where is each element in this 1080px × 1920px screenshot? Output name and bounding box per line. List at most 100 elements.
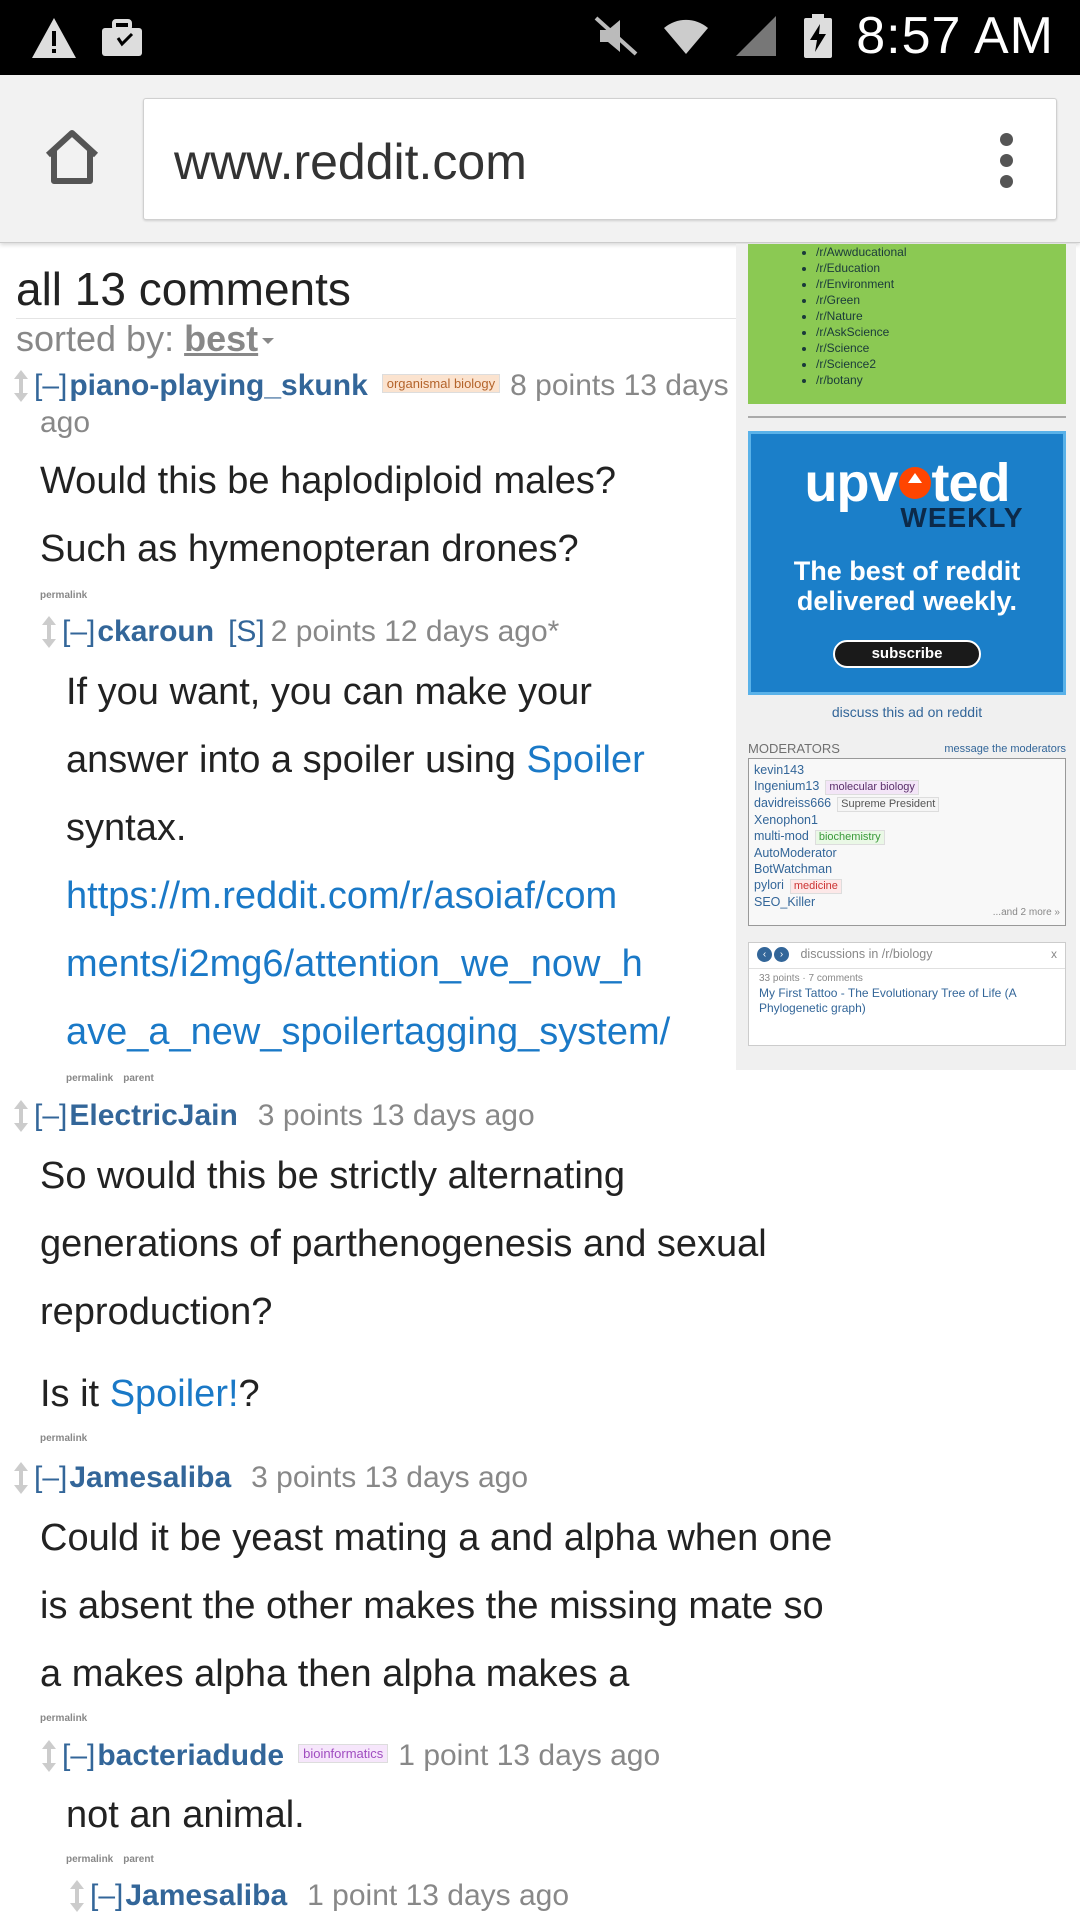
comment-header: [–]ElectricJain 3 points 13 days ago	[12, 1098, 1012, 1134]
parent-link[interactable]: parent	[123, 1073, 154, 1084]
discuss-ad-link[interactable]: discuss this ad on reddit	[748, 704, 1066, 720]
subreddit-link[interactable]: /r/Nature	[816, 308, 1066, 324]
collapse-toggle[interactable]: [–]	[34, 1461, 67, 1494]
next-arrow-icon[interactable]: ›	[774, 947, 789, 963]
comment-header: [–]piano-playing_skunk organismal biology…	[12, 368, 736, 405]
moderator-item[interactable]: Xenophon1	[754, 812, 1060, 828]
moderator-flair: Supreme President	[837, 797, 940, 812]
collapse-toggle[interactable]: [–]	[90, 1879, 123, 1912]
collapse-toggle[interactable]: [–]	[62, 1739, 95, 1772]
spoiler-link[interactable]: Spoiler!	[110, 1373, 239, 1415]
comment-body: Would this be haplodiploid males? Such a…	[40, 460, 616, 571]
moderator-item[interactable]: multi-mod biochemistry	[754, 828, 1060, 845]
comment: [–]Jamesaliba 3 points 13 days ago Could …	[12, 1460, 1012, 1726]
comment-score: 1 point	[398, 1739, 489, 1772]
comment-actions: permalink	[12, 1432, 1012, 1446]
vote-arrows-icon[interactable]	[12, 368, 30, 404]
subreddit-link[interactable]: /r/Awwducational	[816, 244, 1066, 260]
vote-arrows-icon[interactable]	[68, 1878, 86, 1914]
prev-arrow-icon[interactable]: ‹	[757, 947, 772, 963]
reddit-page: /r/Awwducational /r/Education /r/Environ…	[0, 244, 1080, 1920]
sort-value[interactable]: best	[184, 318, 258, 359]
comment: [–]ckaroun [S] 2 points 12 days ago* If yo…	[40, 614, 740, 1086]
comment-body: So would this be strictly alternating ge…	[40, 1155, 767, 1415]
url-link[interactable]: https://m.reddit.com/r/asoiaf/com	[66, 875, 617, 917]
comment-age: 13 days ago	[371, 1099, 535, 1132]
sidebar: /r/Awwducational /r/Education /r/Environ…	[736, 244, 1076, 1070]
vote-arrows-icon[interactable]	[40, 614, 58, 650]
address-bar[interactable]: www.reddit.com	[143, 98, 1057, 220]
comment-header: [–]Jamesaliba 1 point 13 days ago	[68, 1878, 968, 1914]
subreddit-link[interactable]: /r/AskScience	[816, 324, 1066, 340]
permalink-link[interactable]: permalink	[40, 1713, 87, 1724]
collapse-toggle[interactable]: [–]	[62, 615, 95, 648]
comment-author[interactable]: ElectricJain	[69, 1099, 237, 1132]
home-icon[interactable]	[40, 125, 104, 189]
chevron-down-icon[interactable]	[262, 338, 275, 345]
moderator-item[interactable]: Ingenium13 molecular biology	[754, 778, 1060, 795]
comment-author[interactable]: ckaroun	[97, 615, 214, 648]
moderator-item[interactable]: davidreiss666 Supreme President	[754, 795, 1060, 812]
moderator-item[interactable]: pylori medicine	[754, 877, 1060, 894]
comment-body: not an animal.	[66, 1794, 305, 1837]
comment-score: 1 point	[307, 1879, 398, 1912]
vote-arrows-icon[interactable]	[12, 1098, 30, 1134]
spoiler-link[interactable]: Spoiler	[526, 739, 644, 781]
message-moderators-link[interactable]: message the moderators	[944, 743, 1066, 755]
discussions-title: discussions in /r/biology	[800, 947, 933, 961]
comments-title: all 13 comments	[16, 263, 351, 315]
sidebar-divider	[748, 416, 1066, 418]
url-text[interactable]: www.reddit.com	[174, 133, 527, 191]
user-flair: bioinformatics	[298, 1744, 389, 1764]
permalink-link[interactable]: permalink	[66, 1854, 113, 1865]
mute-icon	[594, 16, 638, 56]
subreddit-link[interactable]: /r/Science2	[816, 356, 1066, 372]
discussion-link[interactable]: My First Tattoo - The Evolutionary Tree …	[749, 984, 1065, 1016]
status-bar: 8:57 AM	[0, 0, 1080, 75]
wifi-icon	[664, 19, 709, 54]
comment-author[interactable]: bacteriadude	[97, 1739, 284, 1772]
comment-age: 13 days ago	[496, 1739, 661, 1772]
moderator-item[interactable]: BotWatchman	[754, 861, 1060, 877]
subscribe-button[interactable]: subscribe	[833, 640, 981, 668]
comment-author[interactable]: Jamesaliba	[125, 1879, 287, 1912]
more-moderators-link[interactable]: ...and 2 more »	[993, 905, 1060, 921]
ad-tagline: The best of reddit delivered weekly.	[793, 556, 1021, 616]
sort-control[interactable]: sorted by: best	[16, 318, 275, 360]
collapse-toggle[interactable]: [–]	[34, 1099, 67, 1132]
subreddit-link[interactable]: /r/botany	[816, 372, 1066, 388]
comment-age-continued: ago	[40, 406, 91, 440]
subreddit-link[interactable]: /r/Green	[816, 292, 1066, 308]
vote-arrows-icon[interactable]	[12, 1460, 30, 1496]
close-icon[interactable]: x	[1051, 947, 1057, 961]
overflow-menu-icon[interactable]	[1000, 133, 1016, 188]
comment-author[interactable]: piano-playing_skunk	[69, 369, 367, 402]
comment-body: Could it be yeast mating a and alpha whe…	[40, 1517, 833, 1695]
subreddit-link[interactable]: /r/Education	[816, 260, 1066, 276]
comment-score: 8 points	[510, 369, 616, 402]
clock: 8:57 AM	[856, 7, 1054, 65]
permalink-link[interactable]: permalink	[40, 590, 87, 601]
subreddit-link[interactable]: /r/Environment	[816, 276, 1066, 292]
subreddit-link[interactable]: /r/Science	[816, 340, 1066, 356]
moderator-item[interactable]: AutoModerator	[754, 845, 1060, 861]
user-flair: organismal biology	[381, 374, 501, 394]
briefcase-icon	[102, 19, 142, 56]
collapse-toggle[interactable]: [–]	[34, 369, 67, 402]
comment-score: 3 points	[251, 1461, 357, 1494]
comment-author[interactable]: Jamesaliba	[69, 1461, 231, 1494]
comment-actions: permalink	[12, 589, 736, 603]
vote-arrows-icon[interactable]	[40, 1738, 58, 1774]
upvoted-weekly-ad[interactable]: upv ted WEEKLY The best of reddit deliver…	[748, 431, 1066, 695]
discussions-widget: ‹ › discussions in /r/biology x 33 points…	[748, 942, 1066, 1046]
moderator-item[interactable]: kevin143	[754, 762, 1060, 778]
comment-header: [–]Jamesaliba 3 points 13 days ago	[12, 1460, 1012, 1496]
permalink-link[interactable]: permalink	[40, 1433, 87, 1444]
parent-link[interactable]: parent	[123, 1854, 154, 1865]
url-link[interactable]: ments/i2mg6/attention_we_now_h	[66, 943, 643, 985]
discussions-header: ‹ › discussions in /r/biology x	[749, 943, 1065, 969]
comment-body: If you want, you can make your answer in…	[66, 671, 671, 1053]
permalink-link[interactable]: permalink	[66, 1073, 113, 1084]
url-link[interactable]: ave_a_new_spoilertagging_system/	[66, 1011, 670, 1053]
moderator-flair: biochemistry	[814, 830, 885, 845]
